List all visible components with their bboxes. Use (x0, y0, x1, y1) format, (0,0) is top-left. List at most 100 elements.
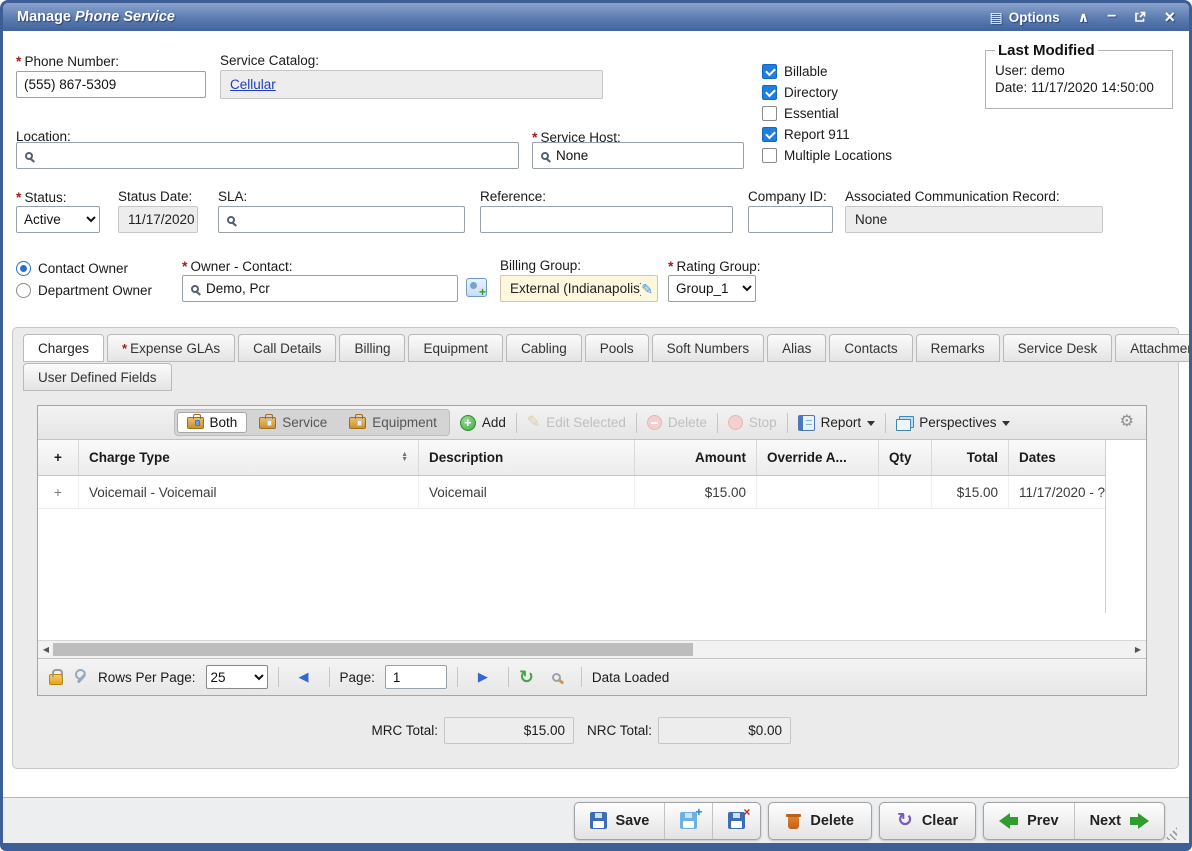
wrench-icon[interactable] (73, 670, 88, 685)
tab-expense-glas[interactable]: *Expense GLAs (107, 334, 235, 362)
edit-pencil-icon[interactable]: ✎ (641, 282, 653, 296)
gear-icon[interactable]: ⚙ (1120, 414, 1134, 430)
department-owner-radio[interactable] (16, 283, 31, 298)
nrc-total-field: $0.00 (658, 717, 791, 744)
lock-icon[interactable] (49, 674, 63, 685)
tab-billing[interactable]: Billing (339, 334, 405, 362)
detail-tab-panel: Charges *Expense GLAs Call Details Billi… (12, 327, 1179, 769)
status-select[interactable]: Active (16, 206, 100, 233)
tab-user-defined-fields[interactable]: User Defined Fields (23, 363, 172, 391)
rating-group-select[interactable]: Group_1 (668, 275, 756, 302)
row-expand-toggle[interactable]: + (38, 476, 78, 508)
grid-header-row: + Charge Type▲▼ Description Amount Overr… (38, 440, 1106, 476)
owner-contact-field[interactable]: Demo, Pcr (182, 275, 458, 302)
expand-all-header[interactable]: + (38, 440, 78, 475)
view-equipment-button[interactable]: Equipment (339, 412, 447, 433)
column-header-amount[interactable]: Amount (634, 440, 756, 475)
next-page-icon[interactable]: ▶ (468, 669, 498, 685)
minimize-icon[interactable]: − (1107, 9, 1116, 25)
company-id-field[interactable] (748, 206, 833, 233)
phone-number-label: *Phone Number: (16, 53, 119, 69)
cell-charge-type: Voicemail - Voicemail (78, 476, 418, 508)
service-host-field[interactable]: None (532, 142, 744, 169)
reference-label: Reference: (480, 189, 546, 204)
refresh-icon[interactable]: ↻ (519, 668, 534, 686)
tab-soft-numbers[interactable]: Soft Numbers (652, 334, 765, 362)
next-button[interactable]: Next (1074, 803, 1164, 839)
collapse-icon[interactable]: ∧ (1078, 10, 1089, 24)
prev-button[interactable]: Prev (984, 803, 1073, 839)
toolbar-separator (885, 413, 886, 433)
tab-strip-row1: Charges *Expense GLAs Call Details Billi… (13, 328, 1178, 362)
view-service-button[interactable]: Service (249, 412, 337, 433)
report-911-checkbox[interactable] (762, 127, 777, 142)
manage-phone-service-window: Manage Phone Service ▤ Options ∧ − × *Ph… (0, 0, 1192, 851)
reference-field[interactable] (480, 206, 733, 233)
grid-gutter-line (1105, 440, 1106, 613)
view-both-button[interactable]: Both (177, 412, 248, 433)
column-header-total[interactable]: Total (931, 440, 1008, 475)
phone-number-field[interactable] (16, 71, 206, 98)
report-button[interactable]: Report (798, 415, 876, 431)
tab-cabling[interactable]: Cabling (506, 334, 582, 362)
multiple-locations-checkbox-row: Multiple Locations (762, 148, 892, 163)
save-and-new-button[interactable]: + (664, 803, 712, 839)
location-field[interactable] (16, 142, 519, 169)
popout-icon[interactable] (1134, 11, 1146, 23)
save-button[interactable]: Save (575, 803, 665, 839)
table-row[interactable]: + Voicemail - Voicemail Voicemail $15.00… (38, 476, 1106, 509)
save-new-icon: + (680, 812, 697, 829)
toolbar-separator (787, 413, 788, 433)
save-and-close-button[interactable]: × (712, 803, 760, 839)
sla-field[interactable] (218, 206, 465, 233)
tab-contacts[interactable]: Contacts (829, 334, 912, 362)
report-911-checkbox-row: Report 911 (762, 127, 850, 142)
multiple-locations-checkbox[interactable] (762, 148, 777, 163)
tab-call-details[interactable]: Call Details (238, 334, 336, 362)
service-catalog-field: Cellular (220, 70, 603, 99)
essential-checkbox[interactable] (762, 106, 777, 121)
add-icon (460, 415, 476, 431)
tab-equipment[interactable]: Equipment (408, 334, 503, 362)
stop-button[interactable]: Stop (728, 415, 777, 430)
rows-per-page-select[interactable]: 25 (206, 665, 268, 689)
close-icon[interactable]: × (1164, 8, 1175, 26)
tab-service-desk[interactable]: Service Desk (1003, 334, 1113, 362)
add-contact-icon[interactable] (466, 278, 487, 297)
tab-alias[interactable]: Alias (767, 334, 826, 362)
service-catalog-link[interactable]: Cellular (230, 77, 276, 92)
column-header-qty[interactable]: Qty (878, 440, 931, 475)
perspectives-button[interactable]: Perspectives (896, 415, 1010, 430)
tab-strip-row2: User Defined Fields (13, 362, 1178, 391)
scroll-left-icon[interactable]: ◀ (38, 641, 54, 658)
delete-row-button[interactable]: Delete (647, 415, 707, 430)
billable-checkbox[interactable] (762, 64, 777, 79)
tab-attachments[interactable]: Attachments (1115, 334, 1192, 362)
add-button[interactable]: Add (460, 415, 506, 431)
tab-pools[interactable]: Pools (585, 334, 649, 362)
page-input[interactable] (385, 665, 447, 689)
contact-owner-radio[interactable] (16, 261, 31, 276)
prev-page-icon[interactable]: ◀ (289, 669, 319, 685)
cell-total: $15.00 (931, 476, 1008, 508)
briefcase-service-icon (259, 417, 276, 429)
clear-button[interactable]: ↻Clear (879, 802, 976, 840)
options-button[interactable]: ▤ Options (990, 10, 1060, 25)
column-header-dates[interactable]: Dates (1008, 440, 1106, 475)
search-grid-icon[interactable] (552, 673, 561, 682)
rows-per-page-label: Rows Per Page: (98, 670, 196, 685)
column-header-charge-type[interactable]: Charge Type▲▼ (78, 440, 418, 475)
column-header-description[interactable]: Description (418, 440, 634, 475)
search-icon (25, 152, 33, 160)
scrollbar-thumb[interactable] (53, 643, 693, 656)
delete-button[interactable]: Delete (768, 802, 872, 840)
directory-checkbox[interactable] (762, 85, 777, 100)
scroll-right-icon[interactable]: ▶ (1130, 641, 1146, 658)
tab-charges[interactable]: Charges (23, 334, 104, 362)
column-header-override-amount[interactable]: Override A... (756, 440, 878, 475)
horizontal-scrollbar[interactable]: ◀ ▶ (38, 640, 1146, 658)
edit-selected-button[interactable]: ✎Edit Selected (527, 415, 626, 431)
trash-icon (786, 812, 801, 829)
tab-remarks[interactable]: Remarks (916, 334, 1000, 362)
status-label: *Status: (16, 189, 66, 205)
